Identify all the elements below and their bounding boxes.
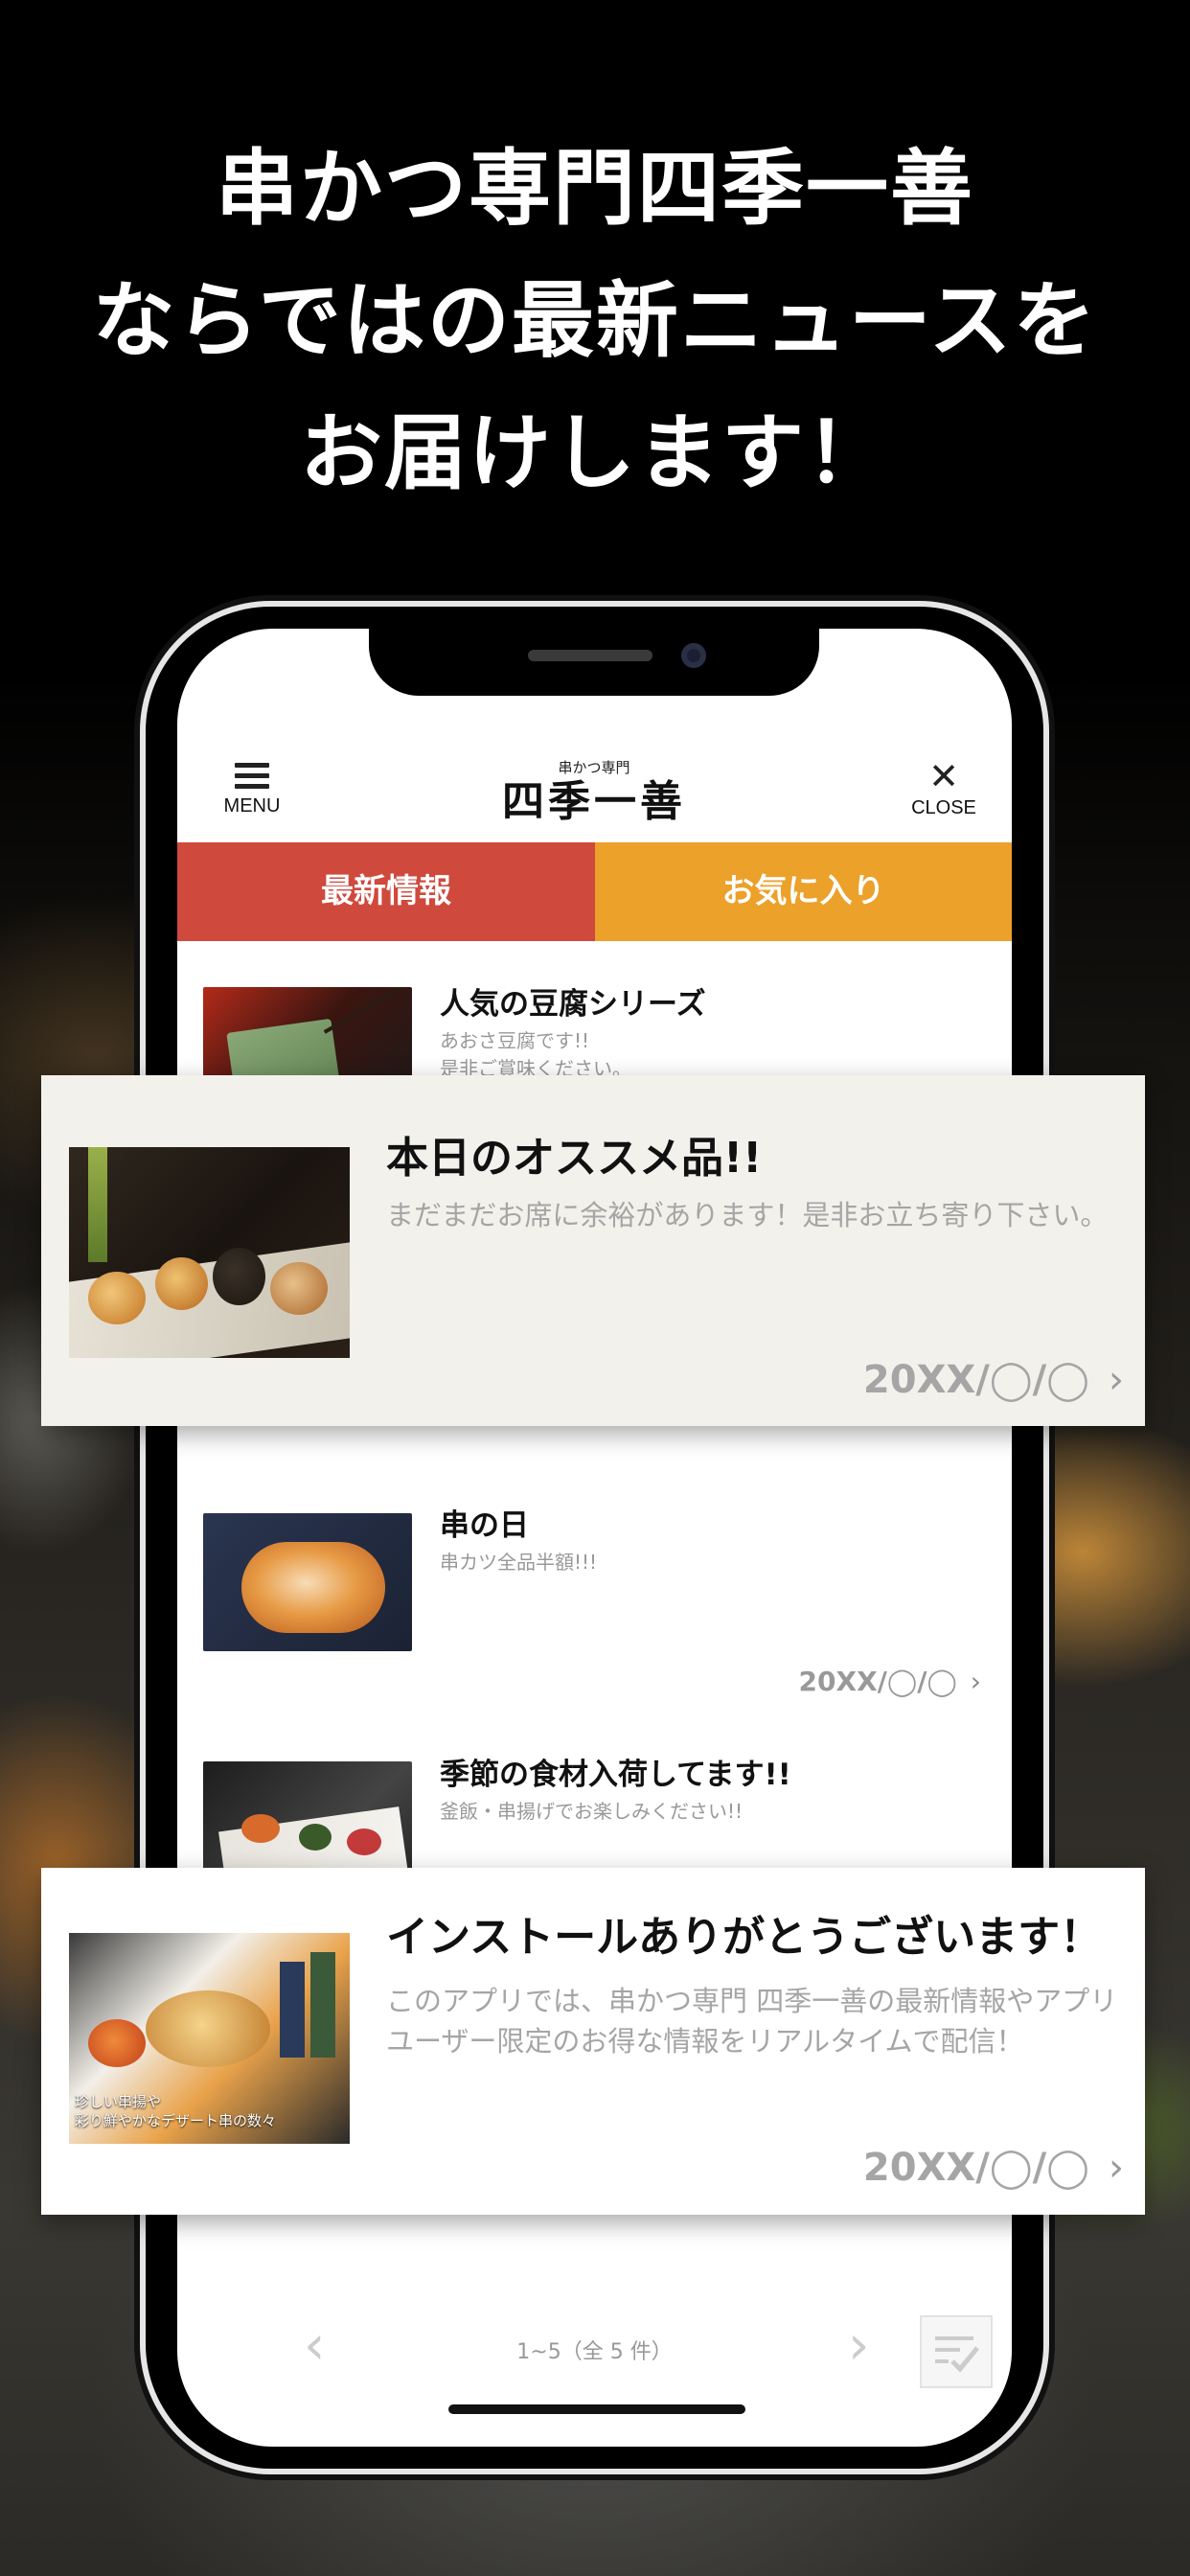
chevron-right-icon: › (970, 1666, 981, 1697)
page-count: 1~5（全 5 件） (516, 2340, 673, 2364)
app-header: MENU 串かつ専門 四季一善 ✕ CLOSE (177, 724, 1012, 842)
item-title: 季節の食材入荷してます!! (440, 1758, 791, 1792)
item-description: 串カツ全品半額!!! (440, 1551, 598, 1574)
headline-line-2: ならではの最新ニュースを (92, 273, 1098, 369)
logo-subtitle: 串かつ専門 (558, 759, 630, 776)
edit-check-icon[interactable] (920, 2315, 993, 2388)
tab-latest-news[interactable]: 最新情報 (177, 842, 595, 941)
thumbnail-caption: 珍しい串揚や 彩り鮮やかなデザート串の数々 (75, 2093, 277, 2129)
card-title: インストールありがとうございます！ (386, 1913, 1103, 1962)
chevron-right-icon: › (1109, 1358, 1124, 1402)
chevron-right-icon[interactable]: › (848, 2319, 869, 2373)
logo-title: 四季一善 (502, 777, 686, 826)
list-item[interactable]: 串の日 串カツ全品半額!!! 20XX/◯/◯ › (177, 1453, 1012, 1714)
close-button[interactable]: ✕ CLOSE (905, 755, 982, 819)
hamburger-icon (235, 763, 269, 790)
home-indicator (448, 2404, 745, 2414)
headline-line-1: 串かつ専門四季一善 (216, 141, 974, 237)
item-date: 20XX/◯/◯ › (798, 1666, 981, 1697)
item-title: 人気の豆腐シリーズ (440, 987, 706, 1022)
card-description: まだまだお席に余裕があります！是非お立ち寄り下さい。 (386, 1199, 1109, 1231)
speaker (528, 650, 652, 661)
close-label: CLOSE (911, 797, 976, 818)
headline-line-3: お届けします！ (300, 405, 890, 501)
pagination: ‹ 1~5（全 5 件） › (177, 2315, 1012, 2392)
item-thumbnail (203, 1513, 412, 1651)
tab-bar: 最新情報 お気に入り (177, 842, 1012, 960)
news-card-featured[interactable]: 本日のオススメ品!! まだまだお席に余裕があります！是非お立ち寄り下さい。 20… (41, 1075, 1145, 1426)
card-thumbnail: 珍しい串揚や 彩り鮮やかなデザート串の数々 (69, 1933, 350, 2144)
item-description: 釜飯・串揚げでお楽しみください!! (440, 1800, 744, 1823)
close-icon: ✕ (928, 755, 959, 797)
news-card-welcome[interactable]: 珍しい串揚や 彩り鮮やかなデザート串の数々 インストールありがとうございます！ … (41, 1868, 1145, 2215)
menu-label: MENU (223, 795, 281, 816)
chevron-right-icon: › (1109, 2146, 1124, 2190)
menu-button[interactable]: MENU (214, 763, 290, 817)
card-date: 20XX/◯/◯ › (862, 1358, 1124, 1402)
tab-favorites[interactable]: お気に入り (595, 842, 1012, 941)
card-title: 本日のオススメ品!! (386, 1134, 763, 1183)
store-logo: 串かつ専門 四季一善 (455, 757, 733, 827)
item-title: 串の日 (440, 1508, 529, 1543)
headline: 串かつ専門四季一善 ならではの最新ニュースを お届けします！ (0, 123, 1190, 519)
phone-notch (369, 629, 819, 696)
camera-icon (681, 643, 706, 668)
card-description: このアプリでは、串かつ専門 四季一善の最新情報やアプリユーザー限定のお得な情報を… (386, 1985, 1118, 2058)
card-date: 20XX/◯/◯ › (862, 2146, 1124, 2190)
card-thumbnail (69, 1147, 350, 1358)
